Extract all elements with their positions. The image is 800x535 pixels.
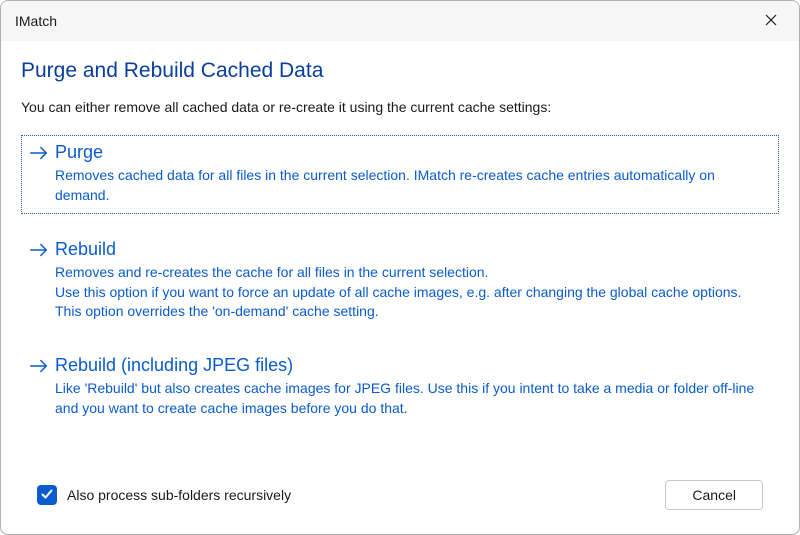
option-title: Purge: [55, 141, 773, 164]
checkmark-icon: [40, 487, 54, 504]
recursive-checkbox-label: Also process sub-folders recursively: [67, 487, 291, 503]
option-desc: Like 'Rebuild' but also creates cache im…: [55, 379, 773, 418]
arrow-right-icon: [27, 238, 51, 262]
arrow-right-icon: [27, 354, 51, 378]
titlebar: IMatch: [1, 1, 799, 41]
option-rebuild[interactable]: Rebuild Removes and re-creates the cache…: [21, 232, 779, 330]
arrow-right-icon: [27, 141, 51, 165]
page-title: Purge and Rebuild Cached Data: [21, 59, 779, 83]
option-rebuild-jpeg[interactable]: Rebuild (including JPEG files) Like 'Reb…: [21, 348, 779, 427]
option-body: Purge Removes cached data for all files …: [55, 141, 773, 206]
dialog-window: IMatch Purge and Rebuild Cached Data You…: [0, 0, 800, 535]
options-list: Purge Removes cached data for all files …: [21, 135, 779, 426]
dialog-footer: Also process sub-folders recursively Can…: [21, 470, 779, 524]
dialog-content: Purge and Rebuild Cached Data You can ei…: [1, 41, 799, 534]
option-desc: Removes and re-creates the cache for all…: [55, 263, 773, 322]
option-body: Rebuild Removes and re-creates the cache…: [55, 238, 773, 322]
option-purge[interactable]: Purge Removes cached data for all files …: [21, 135, 779, 214]
option-title: Rebuild (including JPEG files): [55, 354, 773, 377]
recursive-checkbox-row[interactable]: Also process sub-folders recursively: [37, 485, 291, 505]
close-icon: [765, 13, 777, 29]
recursive-checkbox[interactable]: [37, 485, 57, 505]
option-title: Rebuild: [55, 238, 773, 261]
window-title: IMatch: [15, 13, 57, 29]
cancel-button[interactable]: Cancel: [665, 480, 763, 510]
close-button[interactable]: [753, 7, 789, 35]
option-body: Rebuild (including JPEG files) Like 'Reb…: [55, 354, 773, 419]
option-desc: Removes cached data for all files in the…: [55, 166, 773, 205]
intro-text: You can either remove all cached data or…: [21, 99, 779, 115]
